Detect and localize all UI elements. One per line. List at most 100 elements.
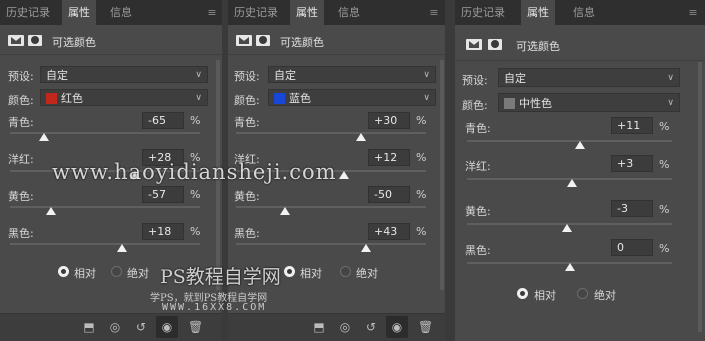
black-slider-thumb[interactable] xyxy=(565,263,575,271)
yellow-input[interactable]: -57 xyxy=(142,186,184,203)
black-slider-thumb[interactable] xyxy=(117,244,127,252)
preset-dropdown[interactable]: 自定 ∨ xyxy=(40,66,208,83)
preset-value: 自定 xyxy=(274,69,296,82)
tab-info[interactable]: 信息 xyxy=(332,0,366,25)
eye-icon[interactable]: ◉ xyxy=(156,316,178,338)
clip-to-layer-icon[interactable]: ⬒ xyxy=(82,320,96,334)
preset-dropdown[interactable]: 自定 ∨ xyxy=(268,66,436,83)
black-input[interactable]: +18 xyxy=(142,223,184,240)
panel-title: 可选颜色 xyxy=(516,40,560,53)
magenta-input[interactable]: +3 xyxy=(611,155,653,172)
trash-icon[interactable]: 🗑 xyxy=(418,320,433,334)
chevron-down-icon: ∨ xyxy=(423,70,430,80)
percent-sign: % xyxy=(659,120,670,133)
color-dropdown[interactable]: 中性色 ∨ xyxy=(498,93,680,112)
color-label: 颜色: xyxy=(234,94,260,107)
layer-mask-icon[interactable] xyxy=(236,35,252,46)
preset-label: 预设: xyxy=(8,70,34,83)
yellow-input[interactable]: -50 xyxy=(368,186,410,203)
color-label: 颜色: xyxy=(8,94,34,107)
black-slider-thumb[interactable] xyxy=(361,244,371,252)
clip-to-layer-icon[interactable]: ⬒ xyxy=(312,320,326,334)
yellow-slider-thumb[interactable] xyxy=(280,207,290,215)
magenta-input[interactable]: +12 xyxy=(368,149,410,166)
tab-properties[interactable]: 属性 xyxy=(62,0,96,25)
properties-header: 可选颜色 xyxy=(0,28,222,55)
view-previous-state-icon[interactable]: ◎ xyxy=(338,320,352,334)
percent-sign: % xyxy=(190,114,201,127)
cyan-slider-track[interactable] xyxy=(467,140,672,142)
magenta-label: 洋红: xyxy=(465,160,491,173)
relative-label: 相对 xyxy=(74,267,96,280)
magenta-slider-thumb[interactable] xyxy=(567,179,577,187)
tab-properties[interactable]: 属性 xyxy=(521,0,555,25)
cyan-input[interactable]: +30 xyxy=(368,112,410,129)
tab-info[interactable]: 信息 xyxy=(567,0,601,25)
cyan-slider-thumb[interactable] xyxy=(575,141,585,149)
black-input[interactable]: +43 xyxy=(368,223,410,240)
reset-icon[interactable]: ↺ xyxy=(134,320,148,334)
tab-history[interactable]: 历史记录 xyxy=(455,0,511,25)
tab-properties[interactable]: 属性 xyxy=(290,0,324,25)
properties-panel-neutrals: 历史记录 属性 信息 ≡ 可选颜色 预设: 自定 ∨ 颜色: 中性色 ∨ 青色: +… xyxy=(455,0,705,341)
magenta-slider-thumb[interactable] xyxy=(339,171,349,179)
absolute-radio[interactable] xyxy=(111,266,122,277)
trash-icon[interactable]: 🗑 xyxy=(188,320,203,334)
color-label: 颜色: xyxy=(462,99,488,112)
adjustment-layer-icon[interactable] xyxy=(256,35,270,46)
black-input[interactable]: 0 xyxy=(611,239,653,256)
cyan-input[interactable]: +11 xyxy=(611,117,653,134)
tab-info[interactable]: 信息 xyxy=(104,0,138,25)
chevron-down-icon: ∨ xyxy=(667,98,674,108)
black-slider-track[interactable] xyxy=(236,243,426,245)
panel-menu-icon[interactable]: ≡ xyxy=(428,6,440,19)
color-value: 中性色 xyxy=(519,97,552,110)
watermark-title: PS教程自学网 xyxy=(160,266,281,288)
adjustment-layer-icon[interactable] xyxy=(488,39,502,50)
absolute-radio[interactable] xyxy=(340,266,351,277)
cyan-label: 青色: xyxy=(234,116,260,129)
absolute-label: 绝对 xyxy=(127,267,149,280)
color-dropdown[interactable]: 蓝色 ∨ xyxy=(268,89,436,106)
color-value: 蓝色 xyxy=(289,92,311,105)
preset-dropdown[interactable]: 自定 ∨ xyxy=(498,68,680,87)
percent-sign: % xyxy=(659,203,670,216)
absolute-radio[interactable] xyxy=(577,288,588,299)
absolute-label: 绝对 xyxy=(594,289,616,302)
percent-sign: % xyxy=(190,225,201,238)
cyan-input[interactable]: -65 xyxy=(142,112,184,129)
reset-icon[interactable]: ↺ xyxy=(364,320,378,334)
eye-icon[interactable]: ◉ xyxy=(386,316,408,338)
cyan-slider-thumb[interactable] xyxy=(39,133,49,141)
yellow-slider-track[interactable] xyxy=(236,206,426,208)
adjustment-layer-icon[interactable] xyxy=(28,35,42,46)
yellow-slider-thumb[interactable] xyxy=(46,207,56,215)
cyan-label: 青色: xyxy=(465,122,491,135)
color-value: 红色 xyxy=(61,92,83,105)
layer-mask-icon[interactable] xyxy=(466,39,482,50)
panel-tabs: 历史记录 属性 信息 ≡ xyxy=(0,0,222,25)
relative-radio[interactable] xyxy=(58,266,69,277)
relative-radio[interactable] xyxy=(517,288,528,299)
tab-history[interactable]: 历史记录 xyxy=(228,0,284,25)
view-previous-state-icon[interactable]: ◎ xyxy=(108,320,122,334)
black-slider-track[interactable] xyxy=(10,243,200,245)
color-dropdown[interactable]: 红色 ∨ xyxy=(40,89,208,106)
panel-scrollbar[interactable] xyxy=(698,62,702,332)
panel-bottom-toolbar: ⬒ ◎ ↺ ◉ 🗑 xyxy=(228,313,445,341)
chevron-down-icon: ∨ xyxy=(667,73,674,83)
watermark-url: WWW.16XX8.COM xyxy=(162,302,267,313)
watermark-site: www.haoyidiansheji.com xyxy=(52,160,337,184)
cyan-slider-thumb[interactable] xyxy=(356,133,366,141)
cyan-slider-track[interactable] xyxy=(236,132,426,134)
panel-menu-icon[interactable]: ≡ xyxy=(687,6,699,19)
panel-scrollbar[interactable] xyxy=(440,60,444,290)
layer-mask-icon[interactable] xyxy=(8,35,24,46)
yellow-input[interactable]: -3 xyxy=(611,200,653,217)
relative-radio[interactable] xyxy=(284,266,295,277)
tab-history[interactable]: 历史记录 xyxy=(0,0,56,25)
panel-menu-icon[interactable]: ≡ xyxy=(206,6,218,19)
yellow-slider-track[interactable] xyxy=(10,206,200,208)
yellow-slider-thumb[interactable] xyxy=(562,224,572,232)
percent-sign: % xyxy=(659,242,670,255)
